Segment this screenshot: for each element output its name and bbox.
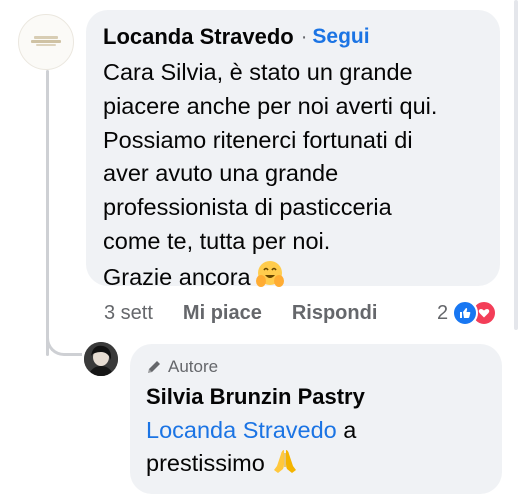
comment-text-line: Grazie ancora [103,263,251,290]
comment-text-line: aver avuto una grande [103,160,339,187]
scrollbar[interactable] [514,0,518,330]
separator-dot: · [300,25,308,48]
reply-connector-curve [46,318,82,356]
reply-author-name[interactable]: Silvia Brunzin Pastry [146,384,486,414]
comment-header: Locanda Stravedo · Segui [103,22,484,52]
comment-author-name[interactable]: Locanda Stravedo [103,24,294,50]
comment-text-line: come te, tutta per noi. [103,227,331,254]
folded-hands-icon [271,447,299,484]
locanda-logo-icon [31,36,61,46]
comment-text: Cara Silvia, è stato un grande piacere a… [103,56,484,299]
author-badge-label: Autore [168,357,219,376]
comment-text-line: professionista di pasticceria [103,194,392,221]
reply-text-fragment: prestissimo [146,450,265,476]
comment-timestamp[interactable]: 3 sett [104,302,153,325]
locanda-avatar[interactable] [18,14,74,70]
comment-text-last-line: Grazie ancora [103,259,484,299]
like-button[interactable]: Mi piace [183,302,262,325]
smiling-face-with-open-hands-icon [255,259,285,299]
reply-text-line: Locanda Stravedo a [146,414,486,447]
reply-text-line: prestissimo [146,447,486,484]
silvia-avatar[interactable] [84,342,118,376]
thread-connector-line [46,70,49,356]
comment-text-line: Cara Silvia, è stato un grande [103,59,413,85]
reply-text-fragment: a [336,417,357,443]
follow-link[interactable]: Segui [312,25,369,49]
comment-actions: 3 sett Mi piace Rispondi [104,300,377,326]
reply-text: Locanda Stravedo a prestissimo [146,414,486,484]
comment-text-line: piacere anche per noi averti qui. [103,92,438,119]
like-reaction-icon [452,300,479,326]
comment-text-line: Possiamo ritenerci fortunati di [103,126,413,153]
author-badge: Autore [146,356,486,378]
pencil-icon [148,361,160,373]
reply-button[interactable]: Rispondi [292,302,378,325]
comment-bubble: Locanda Stravedo · Segui Cara Silvia, è … [86,10,500,290]
mention-link[interactable]: Locanda Stravedo [146,417,337,443]
reactions-summary[interactable]: 2 [437,300,498,326]
reply-bubble: Autore Silvia Brunzin Pastry Locanda Str… [130,344,502,494]
reaction-count: 2 [437,301,449,324]
